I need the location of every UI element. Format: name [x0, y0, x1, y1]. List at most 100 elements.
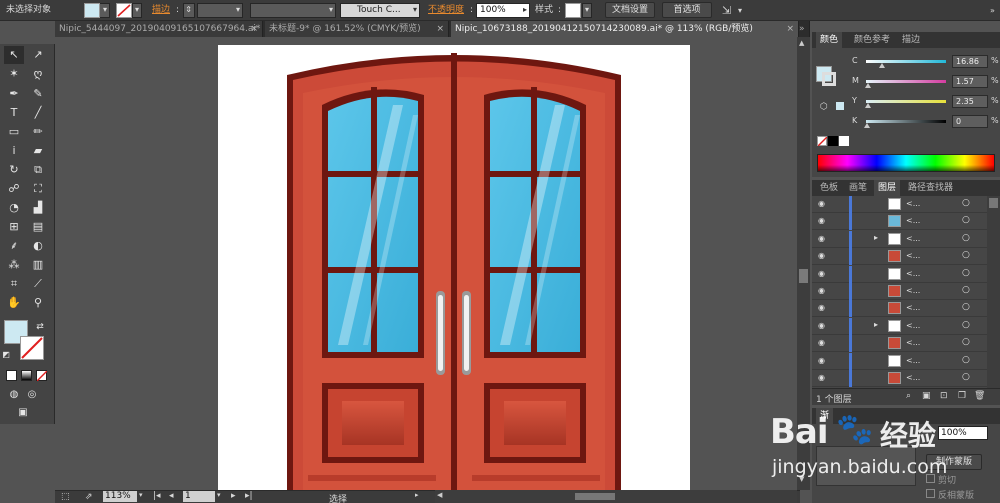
scroll-up-icon[interactable]: ▲: [799, 39, 804, 47]
target-circle-icon[interactable]: ○: [962, 285, 970, 295]
c-value-input[interactable]: 16.86: [952, 55, 988, 68]
tab-layers[interactable]: 图层: [874, 180, 901, 196]
free-transform-tool-icon[interactable]: ⛶: [28, 180, 48, 198]
shape-builder-tool-icon[interactable]: ◔: [4, 199, 24, 217]
layer-row[interactable]: ◉ ▸ <... ○: [812, 230, 987, 248]
black-swatch[interactable]: [828, 136, 838, 146]
type-tool-icon[interactable]: T: [4, 104, 24, 122]
visibility-eye-icon[interactable]: ◉: [818, 199, 825, 208]
zoom-input[interactable]: 113%: [103, 491, 137, 502]
stroke-color-box[interactable]: [20, 336, 44, 360]
layer-name[interactable]: <...: [906, 286, 920, 295]
symbol-sprayer-tool-icon[interactable]: ⁂: [4, 256, 24, 274]
stroke-weight-input[interactable]: ▾: [197, 3, 243, 18]
locate-object-icon[interactable]: ⌕: [906, 391, 911, 401]
m-slider[interactable]: [866, 80, 946, 83]
close-icon[interactable]: ×: [250, 21, 258, 37]
target-circle-icon[interactable]: ○: [962, 337, 970, 347]
next-artboard-icon[interactable]: ▸: [231, 491, 236, 501]
layer-row[interactable]: ◉ <... ○: [812, 248, 987, 266]
curvature-tool-icon[interactable]: ✎: [28, 85, 48, 103]
clipping-mask-icon[interactable]: ▣: [922, 391, 931, 401]
target-circle-icon[interactable]: ○: [962, 250, 970, 260]
style-swatch[interactable]: [565, 3, 581, 18]
layer-row[interactable]: ◉ <... ○: [812, 265, 987, 283]
k-slider[interactable]: [866, 120, 946, 123]
layer-row[interactable]: ◉ <... ○: [812, 196, 987, 213]
layer-row[interactable]: ◉ <... ○: [812, 300, 987, 318]
white-swatch[interactable]: [839, 136, 849, 146]
line-tool-icon[interactable]: ╱: [28, 104, 48, 122]
visibility-eye-icon[interactable]: ◉: [818, 269, 825, 278]
color-mode-icon[interactable]: [6, 370, 17, 381]
visibility-eye-icon[interactable]: ◉: [818, 373, 825, 382]
draw-normal-icon[interactable]: ◍: [4, 386, 24, 404]
column-graph-tool-icon[interactable]: ▥: [28, 256, 48, 274]
close-icon[interactable]: ×: [786, 21, 794, 37]
gradient-tool-icon[interactable]: ▤: [28, 218, 48, 236]
layer-row[interactable]: ◉ <... ○: [812, 335, 987, 353]
magic-wand-tool-icon[interactable]: ✶: [4, 65, 24, 83]
fill-dropdown[interactable]: ▾: [100, 3, 110, 18]
default-colors-icon[interactable]: ◩: [0, 346, 12, 364]
opacity-label[interactable]: 不透明度: [428, 3, 464, 18]
status-menu-icon[interactable]: ▸: [415, 491, 419, 499]
perspective-grid-tool-icon[interactable]: ▟: [28, 199, 48, 217]
none-swatch[interactable]: [817, 136, 827, 146]
layer-name[interactable]: <...: [906, 269, 920, 278]
direct-selection-tool-icon[interactable]: ↗: [28, 46, 48, 64]
layer-row[interactable]: ◉ <... ○: [812, 283, 987, 300]
layers-scrollbar[interactable]: [987, 196, 1000, 388]
previous-artboard-icon[interactable]: ◂: [169, 491, 174, 501]
tab-swatches[interactable]: 色板: [816, 180, 842, 196]
tab-untitled-9[interactable]: 未标题-9* @ 161.52% (CMYK/预览) ×: [265, 21, 449, 37]
artboard-nav-icon[interactable]: ⬚: [61, 492, 70, 502]
rotate-tool-icon[interactable]: ↻: [4, 161, 24, 179]
visibility-eye-icon[interactable]: ◉: [818, 303, 825, 312]
last-artboard-icon[interactable]: ▸|: [245, 491, 253, 501]
zoom-tool-icon[interactable]: ⚲: [28, 294, 48, 312]
layer-row[interactable]: ◉ <... ○: [812, 370, 987, 387]
draw-behind-icon[interactable]: ◎: [22, 386, 42, 404]
slice-tool-icon[interactable]: ⟋: [28, 275, 48, 293]
trash-icon[interactable]: 🗑: [974, 391, 985, 401]
new-sublayer-icon[interactable]: ⊡: [940, 391, 948, 401]
tab-nipic-5444097[interactable]: Nipic_5444097_20190409165107667964.ai* ×: [55, 21, 263, 37]
visibility-eye-icon[interactable]: ◉: [818, 234, 825, 243]
layer-row[interactable]: ◉ ▸ <... ○: [812, 317, 987, 335]
target-circle-icon[interactable]: ○: [962, 320, 970, 330]
layer-row[interactable]: ◉ <... ○: [812, 213, 987, 231]
layer-name[interactable]: <...: [906, 338, 920, 347]
horizontal-scroll-thumb[interactable]: [575, 493, 615, 500]
eyedropper-tool-icon[interactable]: ⸙: [4, 237, 24, 255]
canvas-horizontal-scrollbar[interactable]: ◀: [435, 490, 797, 503]
layer-name[interactable]: <...: [906, 321, 920, 330]
k-value-input[interactable]: 0: [952, 115, 988, 128]
fill-swatch[interactable]: [84, 3, 100, 18]
mesh-tool-icon[interactable]: ⊞: [4, 218, 24, 236]
target-circle-icon[interactable]: ○: [962, 355, 970, 365]
artboard-number-input[interactable]: 1: [183, 491, 215, 502]
preferences-button[interactable]: 首选项: [662, 2, 712, 18]
visibility-eye-icon[interactable]: ◉: [818, 286, 825, 295]
layer-name[interactable]: <...: [906, 373, 920, 382]
warp-tool-icon[interactable]: ☍: [4, 180, 24, 198]
artboard[interactable]: [218, 45, 690, 503]
stroke-label[interactable]: 描边: [152, 3, 170, 18]
lasso-tool-icon[interactable]: ღ: [28, 65, 48, 83]
target-circle-icon[interactable]: ○: [962, 302, 970, 312]
visibility-eye-icon[interactable]: ◉: [818, 338, 825, 347]
variable-width-dropdown[interactable]: ▾: [250, 3, 336, 18]
color-panel-stroke-box[interactable]: [822, 72, 836, 86]
color-spectrum[interactable]: [817, 154, 995, 172]
gamut-swatch[interactable]: [836, 102, 844, 110]
tab-brushes[interactable]: 画笔: [845, 180, 871, 196]
stroke-dropdown[interactable]: ▾: [132, 3, 142, 18]
tab-pathfinder[interactable]: 路径查找器: [904, 180, 957, 196]
layer-name[interactable]: <...: [906, 216, 920, 225]
swap-fill-stroke-icon[interactable]: ⇄: [34, 318, 46, 336]
close-icon[interactable]: ×: [436, 21, 444, 37]
target-circle-icon[interactable]: ○: [962, 268, 970, 278]
hand-tool-icon[interactable]: ✋: [4, 294, 24, 312]
selection-tool-icon[interactable]: ↖: [4, 46, 24, 64]
